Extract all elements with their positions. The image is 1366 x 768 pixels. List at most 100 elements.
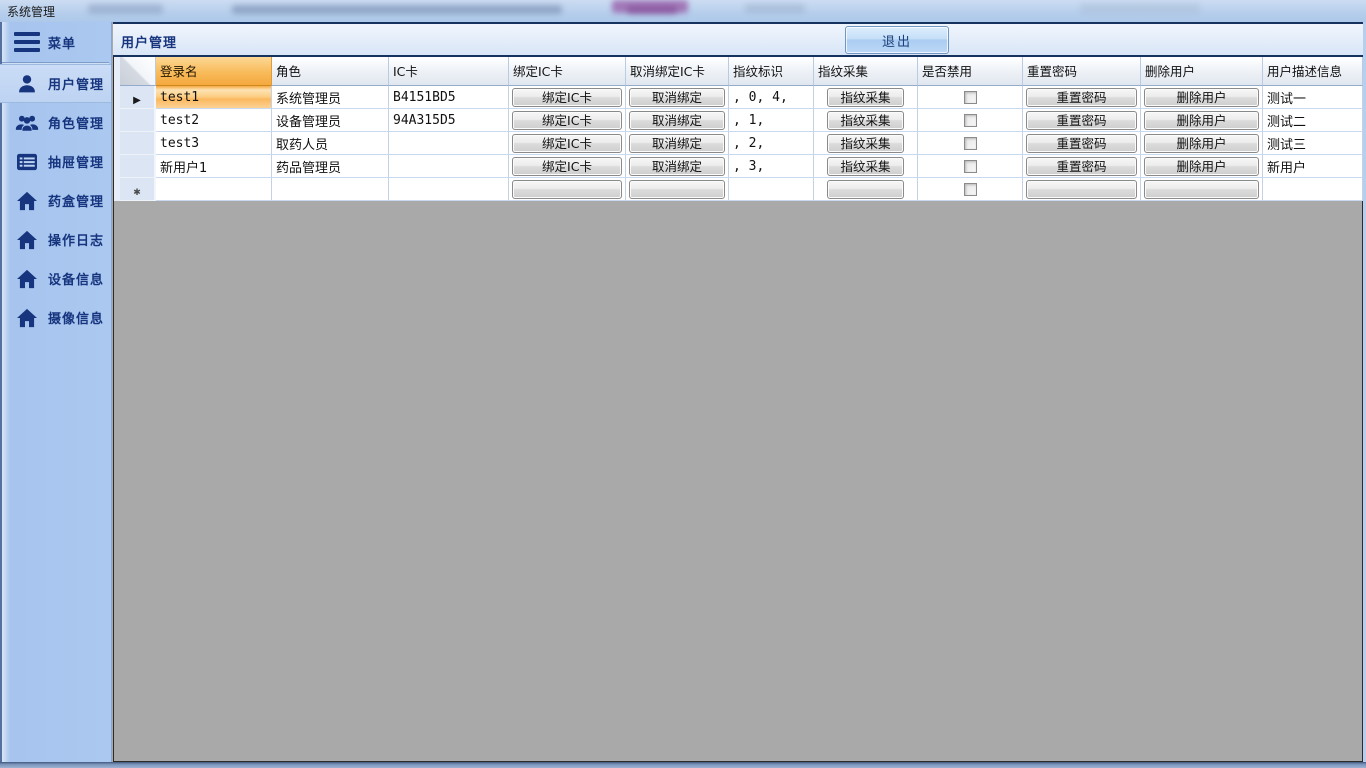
cell-description[interactable]: 测试一 [1263, 86, 1363, 109]
cell-ic-card[interactable] [389, 132, 509, 155]
unbind-ic-button[interactable]: 取消绑定 [629, 88, 725, 107]
sidebar-item-camera-info[interactable]: 摄像信息 [0, 298, 111, 337]
unbind-ic-button[interactable]: 取消绑定 [629, 111, 725, 130]
cell-bind-ic: 绑定IC卡 [509, 132, 626, 155]
sidebar-item-device-info[interactable]: 设备信息 [0, 259, 111, 298]
cell-login[interactable]: 新用户1 [156, 155, 272, 178]
cell-ic-card[interactable]: 94A315D5 [389, 109, 509, 132]
cell-description[interactable] [1263, 178, 1363, 201]
cell-role[interactable] [272, 178, 389, 201]
delete-user-button[interactable]: 删除用户 [1144, 157, 1259, 176]
sidebar-item-label: 角色管理 [48, 113, 104, 132]
column-header-description[interactable]: 用户描述信息 [1263, 57, 1363, 86]
reset-password-button[interactable]: 重置密码 [1026, 134, 1137, 153]
page-header: 用户管理 退出 [113, 22, 1363, 57]
cell-fingerprint-id[interactable]: , 0, 4, [729, 86, 814, 109]
fingerprint-collect-button[interactable]: 指纹采集 [827, 134, 904, 153]
sidebar-item-operation-log[interactable]: 操作日志 [0, 220, 111, 259]
column-header-ic-card[interactable]: IC卡 [389, 57, 509, 86]
disabled-checkbox[interactable] [964, 114, 977, 127]
unbind-ic-button[interactable] [629, 180, 725, 199]
fingerprint-collect-button[interactable]: 指纹采集 [827, 88, 904, 107]
cell-bind-ic: 绑定IC卡 [509, 86, 626, 109]
fingerprint-collect-button[interactable] [827, 180, 904, 199]
cell-login[interactable]: test3 [156, 132, 272, 155]
unbind-ic-button[interactable]: 取消绑定 [629, 157, 725, 176]
cell-fingerprint-id[interactable]: , 1, [729, 109, 814, 132]
bind-ic-button[interactable]: 绑定IC卡 [512, 111, 622, 130]
window-title: 系统管理 [7, 3, 55, 20]
column-header-login[interactable]: 登录名 [156, 57, 272, 86]
select-all-header[interactable] [120, 57, 156, 86]
background-window-blur [88, 4, 163, 14]
cell-fingerprint-id[interactable]: , 2, [729, 132, 814, 155]
exit-button[interactable]: 退出 [845, 26, 949, 54]
reset-password-button[interactable]: 重置密码 [1026, 88, 1137, 107]
bind-ic-button[interactable] [512, 180, 622, 199]
delete-user-button[interactable]: 删除用户 [1144, 88, 1259, 107]
row-selector[interactable] [120, 155, 156, 178]
disabled-checkbox[interactable] [964, 183, 977, 196]
column-header-bind-ic[interactable]: 绑定IC卡 [509, 57, 626, 86]
column-header-fingerprint-collect[interactable]: 指纹采集 [814, 57, 918, 86]
cell-reset-password: 重置密码 [1023, 86, 1141, 109]
disabled-checkbox[interactable] [964, 160, 977, 173]
cell-disabled [918, 109, 1023, 132]
cell-fingerprint-id[interactable]: , 3, [729, 155, 814, 178]
sidebar-item-user-management[interactable]: 用户管理 [0, 64, 111, 103]
fingerprint-collect-button[interactable]: 指纹采集 [827, 111, 904, 130]
delete-user-button[interactable]: 删除用户 [1144, 111, 1259, 130]
current-row-arrow: ▶ [133, 95, 141, 106]
hamburger-icon [12, 32, 42, 52]
cell-unbind-ic: 取消绑定 [626, 132, 729, 155]
cell-fingerprint-collect [814, 178, 918, 201]
table-row-new: ✱ [120, 178, 1363, 201]
row-selector[interactable] [120, 109, 156, 132]
cell-role[interactable]: 设备管理员 [272, 109, 389, 132]
column-header-unbind-ic[interactable]: 取消绑定IC卡 [626, 57, 729, 86]
table-row: 新用户1 药品管理员 绑定IC卡 取消绑定 , 3, 指纹采集 重置密码 删除用… [120, 155, 1363, 178]
cell-reset-password: 重置密码 [1023, 109, 1141, 132]
cell-login[interactable]: test2 [156, 109, 272, 132]
cell-login[interactable] [156, 178, 272, 201]
column-header-reset-password[interactable]: 重置密码 [1023, 57, 1141, 86]
cell-ic-card[interactable] [389, 178, 509, 201]
cell-delete-user: 删除用户 [1141, 155, 1263, 178]
sidebar-item-role-management[interactable]: 角色管理 [0, 103, 111, 142]
reset-password-button[interactable]: 重置密码 [1026, 111, 1137, 130]
column-header-role[interactable]: 角色 [272, 57, 389, 86]
sidebar-item-medicine-box[interactable]: 药盒管理 [0, 181, 111, 220]
bind-ic-button[interactable]: 绑定IC卡 [512, 134, 622, 153]
cell-login[interactable]: test1 [156, 86, 272, 109]
cell-ic-card[interactable]: B4151BD5 [389, 86, 509, 109]
disabled-checkbox[interactable] [964, 91, 977, 104]
unbind-ic-button[interactable]: 取消绑定 [629, 134, 725, 153]
bind-ic-button[interactable]: 绑定IC卡 [512, 157, 622, 176]
header-row: 登录名 角色 IC卡 绑定IC卡 取消绑定IC卡 指纹标识 指纹采集 是否禁用 … [120, 57, 1363, 86]
row-selector[interactable]: ▶ [120, 86, 156, 109]
reset-password-button[interactable]: 重置密码 [1026, 157, 1137, 176]
row-selector[interactable]: ✱ [120, 178, 156, 201]
cell-description[interactable]: 测试二 [1263, 109, 1363, 132]
cell-description[interactable]: 测试三 [1263, 132, 1363, 155]
bind-ic-button[interactable]: 绑定IC卡 [512, 88, 622, 107]
row-selector[interactable] [120, 132, 156, 155]
column-header-delete-user[interactable]: 删除用户 [1141, 57, 1263, 86]
sidebar-item-drawer-management[interactable]: 抽屉管理 [0, 142, 111, 181]
delete-user-button[interactable]: 删除用户 [1144, 134, 1259, 153]
reset-password-button[interactable] [1026, 180, 1137, 199]
cell-role[interactable]: 系统管理员 [272, 86, 389, 109]
sidebar-item-label: 药盒管理 [48, 191, 104, 210]
cell-fingerprint-id[interactable] [729, 178, 814, 201]
cell-disabled [918, 178, 1023, 201]
fingerprint-collect-button[interactable]: 指纹采集 [827, 157, 904, 176]
delete-user-button[interactable] [1144, 180, 1259, 199]
cell-description[interactable]: 新用户 [1263, 155, 1363, 178]
cell-role[interactable]: 取药人员 [272, 132, 389, 155]
menu-toggle[interactable]: 菜单 [0, 22, 111, 62]
cell-ic-card[interactable] [389, 155, 509, 178]
disabled-checkbox[interactable] [964, 137, 977, 150]
cell-role[interactable]: 药品管理员 [272, 155, 389, 178]
column-header-fingerprint-id[interactable]: 指纹标识 [729, 57, 814, 86]
column-header-disabled[interactable]: 是否禁用 [918, 57, 1023, 86]
